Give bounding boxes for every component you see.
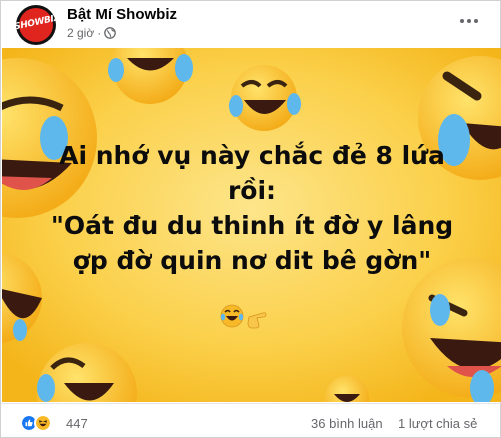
post-image[interactable]: Ai nhớ vụ này chắc đẻ 8 lứa rồi: "Oát đu… [2, 48, 501, 402]
caption-emoji-group [220, 304, 267, 329]
more-dot [474, 19, 478, 23]
caption-line: "Oát đu du thinh ít đờ y lâng [50, 211, 454, 240]
page-name-link[interactable]: Bật Mí Showbiz [67, 6, 177, 23]
globe-icon[interactable] [104, 27, 117, 39]
more-dot [460, 19, 464, 23]
pointing-hand-emoji-icon [247, 312, 267, 329]
post-header: SHOWBIZ Bật Mí Showbiz 2 giờ · [1, 1, 501, 47]
post-meta: 2 giờ · [67, 26, 117, 40]
laughing-crying-emoji-icon [220, 304, 244, 328]
reaction-icons[interactable] [20, 414, 52, 432]
haha-reaction-icon [34, 414, 52, 432]
post-time-link[interactable]: 2 giờ [67, 26, 94, 40]
post-footer: 447 36 bình luận 1 lượt chia sẻ [1, 403, 501, 438]
more-horizontal-icon[interactable] [455, 11, 483, 31]
caption-line: Ai nhớ vụ này chắc đẻ 8 lứa [59, 141, 445, 170]
more-dot [467, 19, 471, 23]
reaction-count[interactable]: 447 [66, 416, 88, 431]
comments-count-link[interactable]: 36 bình luận [311, 416, 383, 431]
shares-count-link[interactable]: 1 lượt chia sẻ [398, 416, 477, 431]
caption-line: ợp đờ quin nơ dit bê gờn" [72, 246, 432, 275]
caption-line: rồi: [227, 176, 277, 205]
page-avatar[interactable]: SHOWBIZ [16, 5, 56, 45]
image-caption: Ai nhớ vụ này chắc đẻ 8 lứa rồi: "Oát đu… [42, 138, 462, 278]
meta-separator: · [97, 26, 102, 40]
facebook-post: SHOWBIZ Bật Mí Showbiz 2 giờ · Ai nhớ vụ… [0, 0, 501, 438]
